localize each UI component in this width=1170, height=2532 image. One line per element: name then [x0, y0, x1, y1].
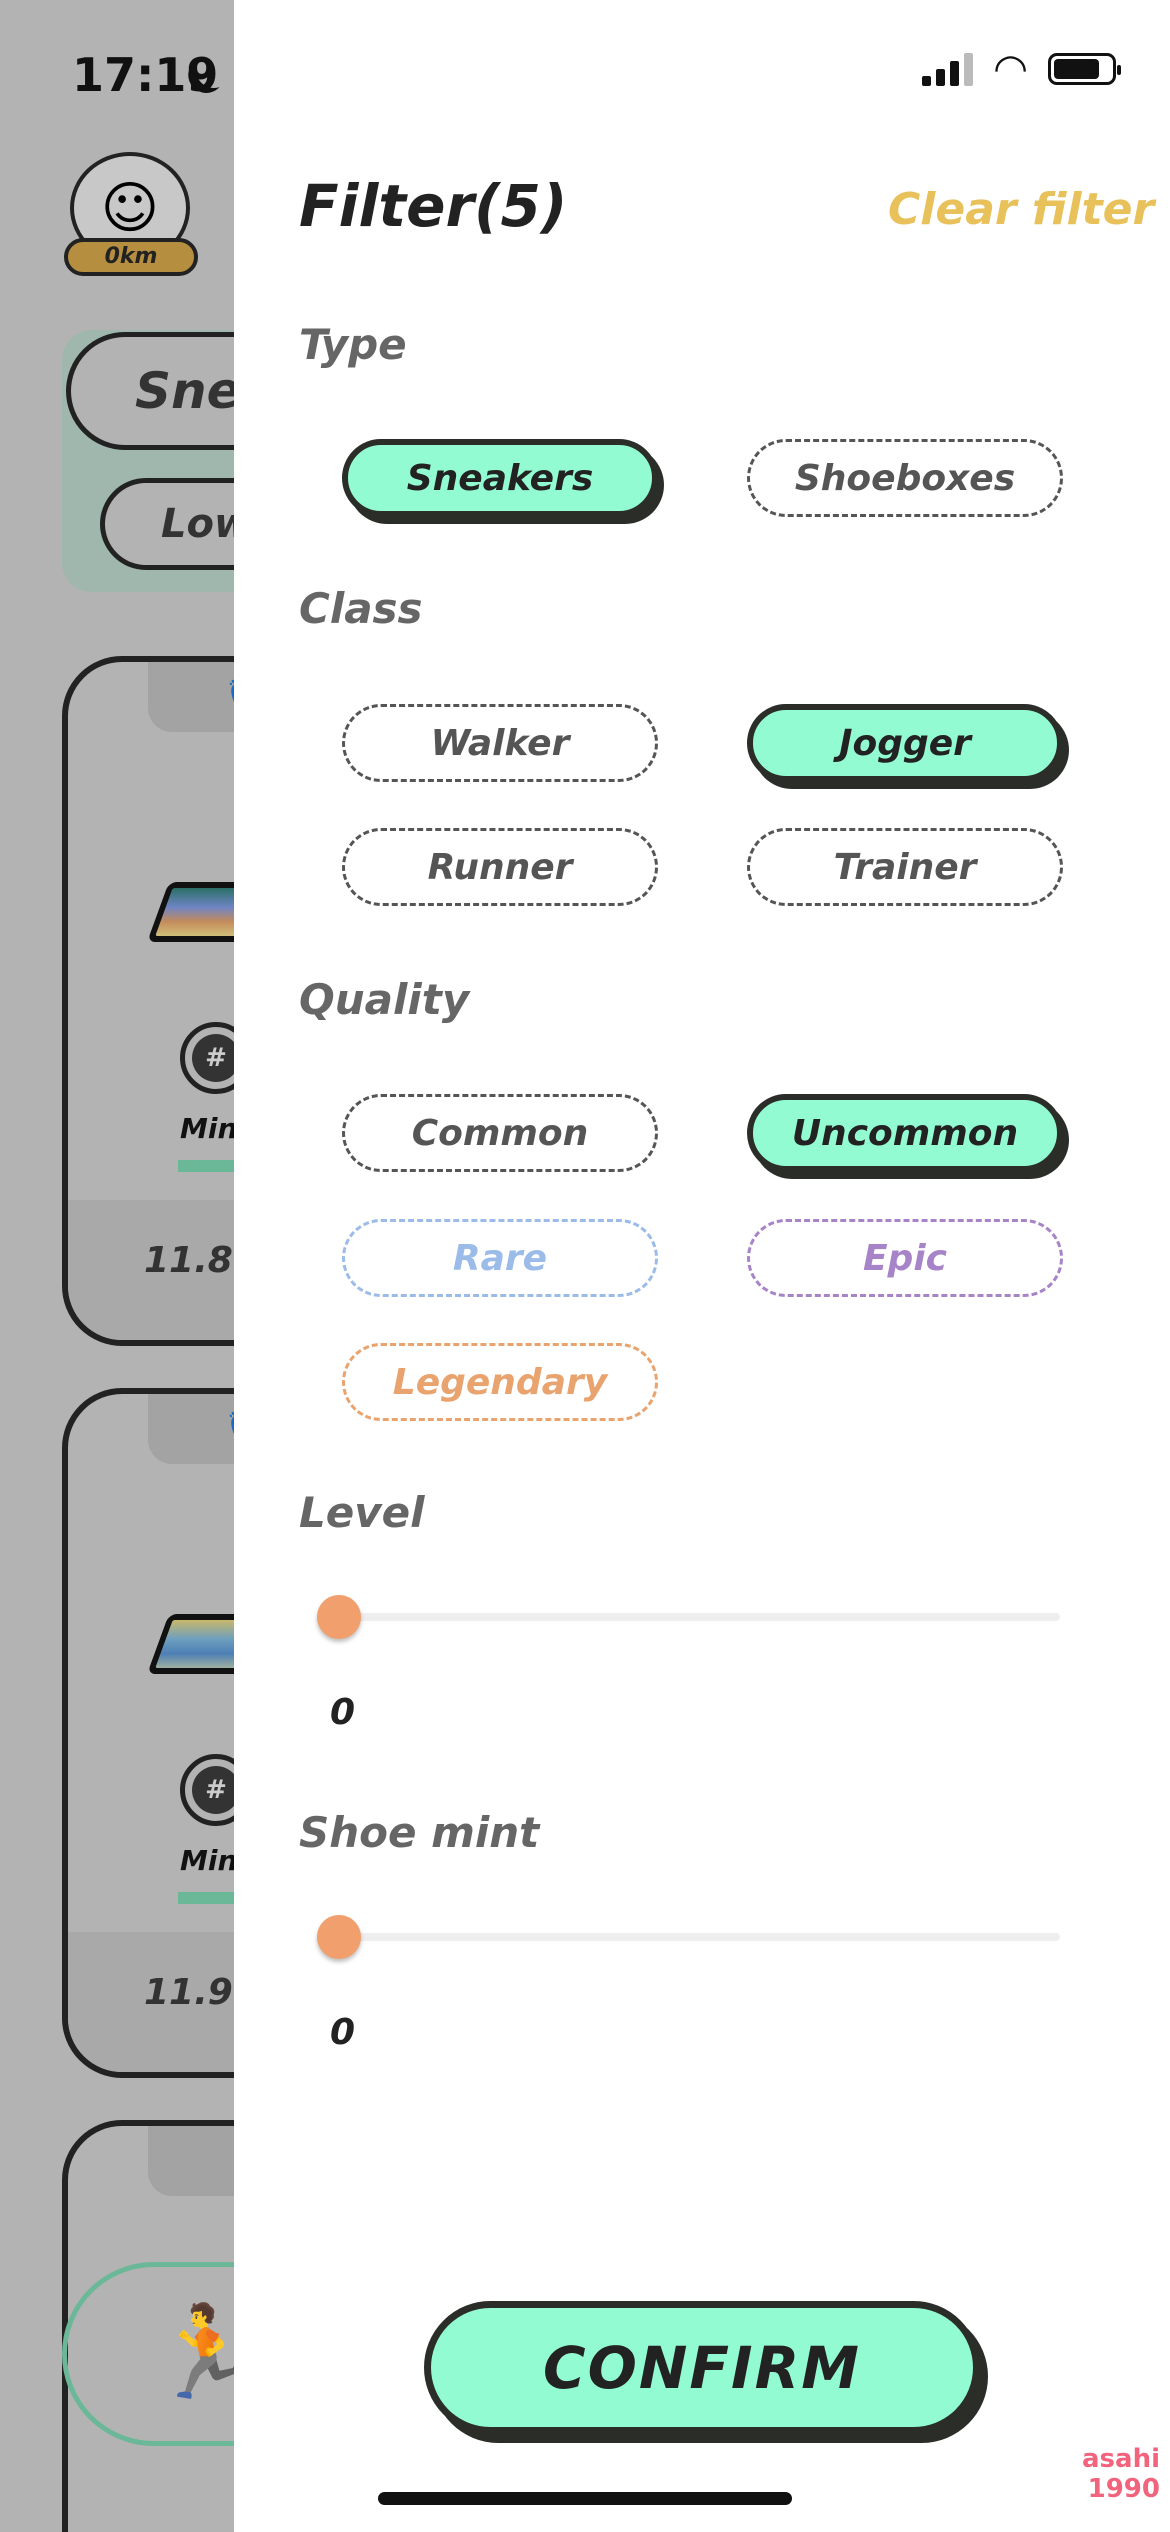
option-uncommon[interactable]: Uncommon	[747, 1094, 1063, 1172]
mint-bar	[178, 1892, 234, 1904]
level-label: Level	[299, 1488, 425, 1537]
option-sneakers[interactable]: Sneakers	[342, 439, 658, 517]
level-slider-thumb[interactable]	[317, 1595, 361, 1639]
watermark: asahi 1990	[1070, 2444, 1160, 2504]
option-rare[interactable]: Rare	[342, 1219, 658, 1297]
shoe-mint-value: 0	[330, 2012, 356, 2053]
hash-icon: #	[180, 1754, 234, 1826]
sneaker-card[interactable]: 👣 # Mint 11.89	[62, 656, 234, 1346]
clear-filter-button[interactable]: Clear filter	[888, 184, 1154, 235]
level-value: 0	[330, 1692, 356, 1733]
sort-button[interactable]: Low	[100, 478, 234, 570]
confirm-button[interactable]: CONFIRM	[424, 2301, 980, 2434]
watermark-line2: 1990	[1087, 2474, 1160, 2504]
sneaker-card[interactable]: 👣 # Mint 11.9 S	[62, 1388, 234, 2078]
shoe-mint-slider-thumb[interactable]	[317, 1915, 361, 1959]
option-common[interactable]: Common	[342, 1094, 658, 1172]
sneaker-image	[147, 1614, 234, 1674]
option-walker[interactable]: Walker	[342, 704, 658, 782]
level-slider[interactable]	[339, 1613, 1060, 1621]
quality-label: Quality	[299, 975, 470, 1024]
mint-bar	[178, 1160, 234, 1172]
running-icon: 🏃	[150, 2300, 234, 2405]
status-icons: ◠	[922, 46, 1121, 92]
mint-label: Mint	[180, 1844, 234, 1877]
card-price: 11.9 S	[68, 1932, 234, 2072]
home-indicator[interactable]	[378, 2492, 792, 2505]
wifi-icon: ◠	[993, 46, 1028, 92]
footprint-icon: 👣	[148, 1394, 234, 1464]
option-trainer[interactable]: Trainer	[747, 828, 1063, 906]
shoe-mint-label: Shoe mint	[299, 1808, 540, 1857]
card-price: 11.89	[68, 1200, 234, 1340]
option-jogger[interactable]: Jogger	[747, 704, 1063, 782]
page-title: Filter(5)	[299, 172, 568, 240]
background-screen: 17:19 ☺ 0km Snea Low 👣 # Mint 11.89 👣 # …	[0, 0, 234, 2532]
option-runner[interactable]: Runner	[342, 828, 658, 906]
battery-icon	[1048, 53, 1121, 85]
watermark-line1: asahi	[1082, 2444, 1160, 2474]
hash-icon: #	[180, 1022, 234, 1094]
option-shoeboxes[interactable]: Shoeboxes	[747, 439, 1063, 517]
footprint-icon: 👣	[148, 662, 234, 732]
mint-label: Mint	[180, 1112, 234, 1145]
signal-icon	[922, 52, 974, 86]
sneaker-image	[147, 882, 234, 942]
card-header	[148, 2126, 234, 2196]
shoe-mint-slider[interactable]	[339, 1933, 1060, 1941]
tab-sneakers[interactable]: Snea	[66, 332, 234, 450]
type-label: Type	[299, 320, 407, 369]
option-legendary[interactable]: Legendary	[342, 1343, 658, 1421]
class-label: Class	[299, 584, 423, 633]
distance-badge: 0km	[64, 238, 198, 276]
option-epic[interactable]: Epic	[747, 1219, 1063, 1297]
